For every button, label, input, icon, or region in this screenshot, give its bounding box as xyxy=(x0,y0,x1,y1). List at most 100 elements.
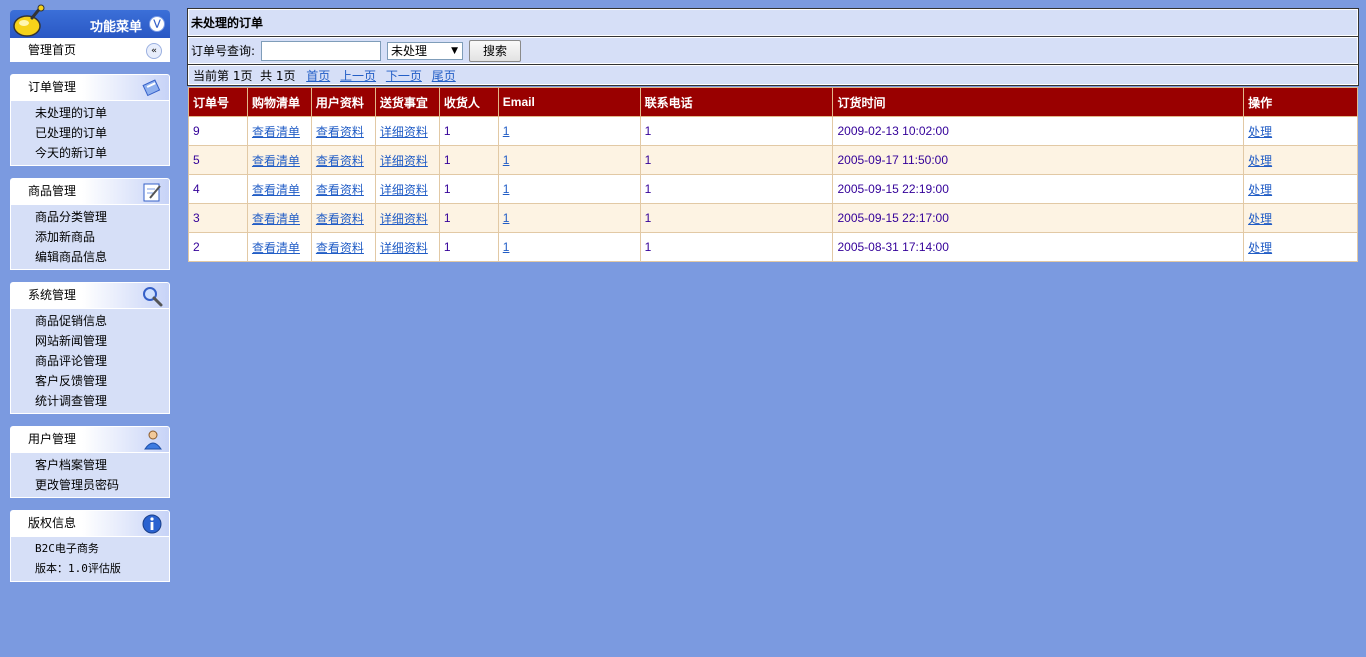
product-name-text: B2C电子商务 xyxy=(35,542,99,555)
view-user-link[interactable]: 查看资料 xyxy=(316,154,364,168)
receiver: 1 xyxy=(438,232,499,262)
order-time: 2009-02-13 10:02:00 xyxy=(832,116,1245,146)
process-link[interactable]: 处理 xyxy=(1248,125,1272,139)
table-row: 9 查看清单 查看资料 详细资料 1 1 1 2009-02-13 10:02:… xyxy=(188,116,1358,146)
group-title: 用户管理 xyxy=(28,432,77,446)
sidebar-item-home[interactable]: 管理首页 « xyxy=(10,38,170,62)
sidebar-item-today-orders[interactable]: 今天的新订单 xyxy=(11,143,169,163)
view-list-link[interactable]: 查看清单 xyxy=(252,183,300,197)
group-header-copyright[interactable]: 版权信息 xyxy=(10,510,170,537)
prev-page-link[interactable]: 上一页 xyxy=(340,69,376,83)
col-phone: 联系电话 xyxy=(639,87,834,117)
email-link[interactable]: 1 xyxy=(503,153,510,167)
sidebar-item-add-product[interactable]: 添加新商品 xyxy=(11,227,169,247)
view-user-link[interactable]: 查看资料 xyxy=(316,183,364,197)
view-list-link[interactable]: 查看清单 xyxy=(252,154,300,168)
search-button[interactable]: 搜索 xyxy=(469,39,522,62)
total-pages-text: 共 1页 xyxy=(260,69,296,83)
sidebar-item-customer-records[interactable]: 客户档案管理 xyxy=(11,455,169,475)
table-row: 3 查看清单 查看资料 详细资料 1 1 1 2005-09-15 22:17:… xyxy=(188,203,1358,233)
order-time: 2005-09-17 11:50:00 xyxy=(832,145,1245,175)
next-page-link[interactable]: 下一页 xyxy=(386,69,422,83)
group-products: 商品管理 商品分类管理 添加新商品 编辑商品信息 xyxy=(10,178,170,270)
view-user-link[interactable]: 查看资料 xyxy=(316,212,364,226)
first-page-link[interactable]: 首页 xyxy=(306,69,330,83)
table-row: 5 查看清单 查看资料 详细资料 1 1 1 2005-09-17 11:50:… xyxy=(188,145,1358,175)
delivery-details-link[interactable]: 详细资料 xyxy=(380,125,428,139)
status-select-value: 未处理 xyxy=(391,43,428,58)
receiver: 1 xyxy=(438,174,499,204)
order-id: 9 xyxy=(188,116,248,146)
sidebar-item-unprocessed-orders[interactable]: 未处理的订单 xyxy=(11,103,169,123)
sidebar-item-promotion[interactable]: 商品促销信息 xyxy=(11,311,169,331)
home-label[interactable]: 管理首页 xyxy=(28,43,76,57)
pagination: 当前第 1页 共 1页 首页 上一页 下一页 尾页 xyxy=(187,64,1359,86)
col-order-time: 订货时间 xyxy=(832,87,1245,117)
col-action: 操作 xyxy=(1243,87,1358,117)
view-list-link[interactable]: 查看清单 xyxy=(252,125,300,139)
view-user-link[interactable]: 查看资料 xyxy=(316,241,364,255)
email-link[interactable]: 1 xyxy=(503,240,510,254)
status-select[interactable]: 未处理 ▼ xyxy=(387,41,464,60)
process-link[interactable]: 处理 xyxy=(1248,212,1272,226)
email-link[interactable]: 1 xyxy=(503,124,510,138)
email-link[interactable]: 1 xyxy=(503,211,510,225)
sidebar-item-feedback[interactable]: 客户反馈管理 xyxy=(11,371,169,391)
hide-sidebar-icon[interactable]: « xyxy=(146,43,162,59)
sidebar: 功能菜单 ⋁ 管理首页 « 订单管理 未处理的订单 已处理的订单 今天的新订单 … xyxy=(10,4,170,582)
receiver: 1 xyxy=(438,203,499,233)
phone: 1 xyxy=(639,116,834,146)
sidebar-item-processed-orders[interactable]: 已处理的订单 xyxy=(11,123,169,143)
group-body-orders: 未处理的订单 已处理的订单 今天的新订单 xyxy=(10,101,170,166)
last-page-link[interactable]: 尾页 xyxy=(432,69,456,83)
group-title: 系统管理 xyxy=(28,288,77,302)
group-system: 系统管理 商品促销信息 网站新闻管理 商品评论管理 客户反馈管理 统计调查管理 xyxy=(10,282,170,414)
chevron-down-icon: ▼ xyxy=(451,45,459,56)
group-body-users: 客户档案管理 更改管理员密码 xyxy=(10,453,170,498)
sidebar-item-category[interactable]: 商品分类管理 xyxy=(11,207,169,227)
table-row: 2 查看清单 查看资料 详细资料 1 1 1 2005-08-31 17:14:… xyxy=(188,232,1358,262)
delivery-details-link[interactable]: 详细资料 xyxy=(380,241,428,255)
group-body-copyright: B2C电子商务 版本：1.0评估版 xyxy=(10,537,170,582)
delivery-details-link[interactable]: 详细资料 xyxy=(380,154,428,168)
sidebar-item-news[interactable]: 网站新闻管理 xyxy=(11,331,169,351)
logo-icon xyxy=(13,4,45,37)
phone: 1 xyxy=(639,232,834,262)
receiver: 1 xyxy=(438,145,499,175)
sidebar-item-edit-product[interactable]: 编辑商品信息 xyxy=(11,247,169,267)
group-header-system[interactable]: 系统管理 xyxy=(10,282,170,309)
view-user-link[interactable]: 查看资料 xyxy=(316,125,364,139)
group-copyright: 版权信息 B2C电子商务 版本：1.0评估版 xyxy=(10,510,170,582)
sidebar-item-change-password[interactable]: 更改管理员密码 xyxy=(11,475,169,495)
group-header-users[interactable]: 用户管理 xyxy=(10,426,170,453)
edit-icon xyxy=(143,183,161,202)
email-link[interactable]: 1 xyxy=(503,182,510,196)
main-content: 未处理的订单 订单号查询: 未处理 ▼ 搜索 当前第 1页 共 1页 首页 上一… xyxy=(187,8,1359,262)
sidebar-item-survey[interactable]: 统计调查管理 xyxy=(11,391,169,411)
group-header-orders[interactable]: 订单管理 xyxy=(10,74,170,101)
order-time: 2005-09-15 22:17:00 xyxy=(832,203,1245,233)
collapse-all-icon[interactable]: ⋁ xyxy=(149,16,165,32)
process-link[interactable]: 处理 xyxy=(1248,154,1272,168)
user-icon xyxy=(144,430,162,450)
view-list-link[interactable]: 查看清单 xyxy=(252,241,300,255)
search-bar: 订单号查询: 未处理 ▼ 搜索 xyxy=(187,36,1359,65)
sidebar-item-reviews[interactable]: 商品评论管理 xyxy=(11,351,169,371)
table-row: 4 查看清单 查看资料 详细资料 1 1 1 2005-09-15 22:19:… xyxy=(188,174,1358,204)
process-link[interactable]: 处理 xyxy=(1248,241,1272,255)
group-users: 用户管理 客户档案管理 更改管理员密码 xyxy=(10,426,170,498)
group-title: 订单管理 xyxy=(28,80,77,94)
order-number-input[interactable] xyxy=(261,40,382,61)
delivery-details-link[interactable]: 详细资料 xyxy=(380,212,428,226)
delivery-details-link[interactable]: 详细资料 xyxy=(380,183,428,197)
view-list-link[interactable]: 查看清单 xyxy=(252,212,300,226)
process-link[interactable]: 处理 xyxy=(1248,183,1272,197)
group-body-system: 商品促销信息 网站新闻管理 商品评论管理 客户反馈管理 统计调查管理 xyxy=(10,309,170,414)
phone: 1 xyxy=(639,145,834,175)
menu-header: 功能菜单 ⋁ xyxy=(10,4,170,38)
group-header-products[interactable]: 商品管理 xyxy=(10,178,170,205)
info-icon xyxy=(142,514,162,534)
table-header-row: 订单号 购物清单 用户资料 送货事宜 收货人 Email 联系电话 订货时间 操… xyxy=(188,87,1358,117)
version-text: 版本：1.0评估版 xyxy=(35,562,121,575)
order-time: 2005-08-31 17:14:00 xyxy=(832,232,1245,262)
